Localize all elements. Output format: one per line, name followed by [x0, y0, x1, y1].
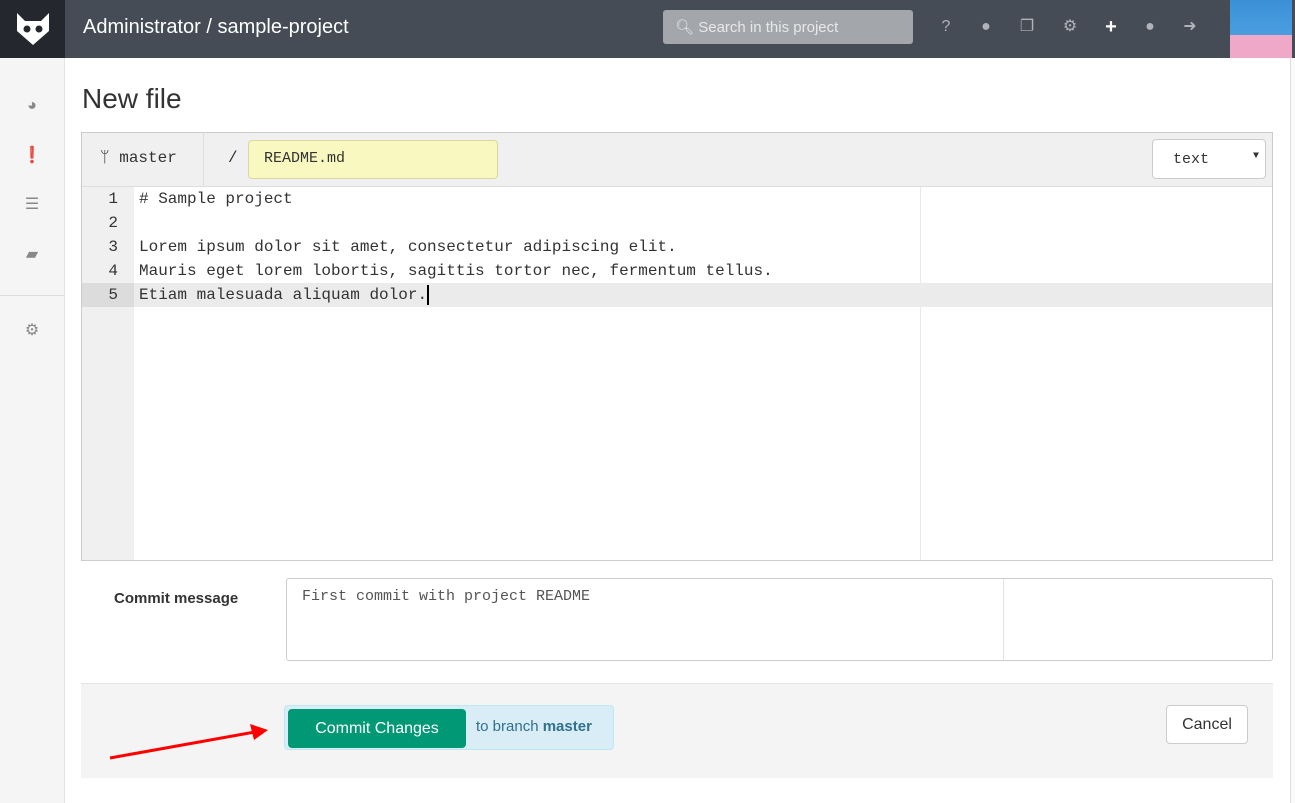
line-number: 2	[108, 214, 118, 232]
line-number: 1	[108, 190, 118, 208]
admin-gears-icon[interactable]: ⚙	[1060, 17, 1080, 37]
target-branch-text: to branch master	[476, 718, 592, 735]
sidebar: ◕ ❗ ☰ ▰ ⚙	[0, 58, 65, 803]
filename-input[interactable]: README.md	[248, 140, 498, 179]
issues-icon[interactable]: ❗	[22, 146, 42, 166]
branch-name: master	[119, 149, 177, 167]
help-icon[interactable]: ?	[936, 17, 956, 37]
top-header: Administrator / sample-project 🔍︎ Search…	[0, 0, 1295, 58]
text-cursor	[427, 284, 430, 305]
search-placeholder: Search in this project	[698, 19, 839, 36]
line-text: Etiam malesuada aliquam dolor.	[139, 284, 430, 305]
avatar[interactable]	[1230, 0, 1292, 58]
code-line[interactable]: 1 # Sample project	[82, 187, 1272, 211]
commit-message-label: Commit message	[114, 590, 239, 607]
code-line[interactable]: 2	[82, 211, 1272, 235]
file-editor: ᛘ master / README.md text ▼ 1 # Sample pro…	[81, 132, 1273, 561]
gitlab-logo[interactable]	[0, 0, 65, 58]
page-title: New file	[82, 83, 182, 114]
snippets-icon[interactable]: ❐	[1017, 17, 1037, 37]
print-margin	[1003, 579, 1004, 660]
sign-out-icon[interactable]: ➜	[1180, 17, 1200, 37]
cancel-button[interactable]: Cancel	[1166, 705, 1248, 744]
dashboard-icon[interactable]: ◕	[22, 96, 42, 116]
code-line[interactable]: 4 Mauris eget lorem lobortis, sagittis to…	[82, 259, 1272, 283]
mode-value: text	[1173, 151, 1210, 168]
commit-message-input[interactable]: First commit with project README	[286, 578, 1273, 661]
help-book-icon[interactable]: ▰	[22, 245, 42, 265]
commit-message-text: First commit with project README	[302, 588, 591, 605]
commit-changes-button[interactable]: Commit Changes	[288, 709, 466, 748]
plus-icon[interactable]: +	[1101, 17, 1121, 37]
branch-icon: ᛘ	[100, 149, 110, 167]
project-title[interactable]: Administrator / sample-project	[83, 16, 349, 39]
globe-icon[interactable]: ●	[976, 17, 996, 37]
cat-logo-icon	[16, 13, 49, 45]
projects-icon[interactable]: ☰	[22, 195, 42, 215]
search-input[interactable]: 🔍︎ Search in this project	[663, 10, 913, 44]
scrollbar[interactable]	[1290, 58, 1295, 803]
commit-button-group: Commit Changes to branch master	[284, 705, 614, 750]
line-number: 5	[82, 283, 134, 307]
line-text: Lorem ipsum dolor sit amet, consectetur …	[139, 238, 677, 256]
line-text: # Sample project	[139, 190, 293, 208]
mode-select[interactable]: text ▼	[1152, 139, 1266, 179]
settings-icon[interactable]: ⚙	[22, 321, 42, 341]
line-number: 4	[108, 262, 118, 280]
annotation-arrow-icon	[109, 724, 268, 760]
editor-toolbar: ᛘ master / README.md text ▼	[82, 133, 1272, 187]
to-branch-prefix: to branch	[476, 718, 539, 735]
path-separator: /	[228, 149, 238, 167]
caret-down-icon: ▼	[1252, 151, 1259, 162]
branch-label: ᛘ master	[82, 133, 204, 186]
code-line[interactable]: 3 Lorem ipsum dolor sit amet, consectetur…	[82, 235, 1272, 259]
sidebar-divider	[0, 295, 64, 296]
code-line[interactable]: 5 Etiam malesuada aliquam dolor.	[82, 283, 1272, 307]
target-branch-name: master	[542, 718, 592, 735]
line-number: 3	[108, 238, 118, 256]
line-text: Mauris eget lorem lobortis, sagittis tor…	[139, 262, 773, 280]
profile-icon[interactable]: ●	[1140, 17, 1160, 37]
